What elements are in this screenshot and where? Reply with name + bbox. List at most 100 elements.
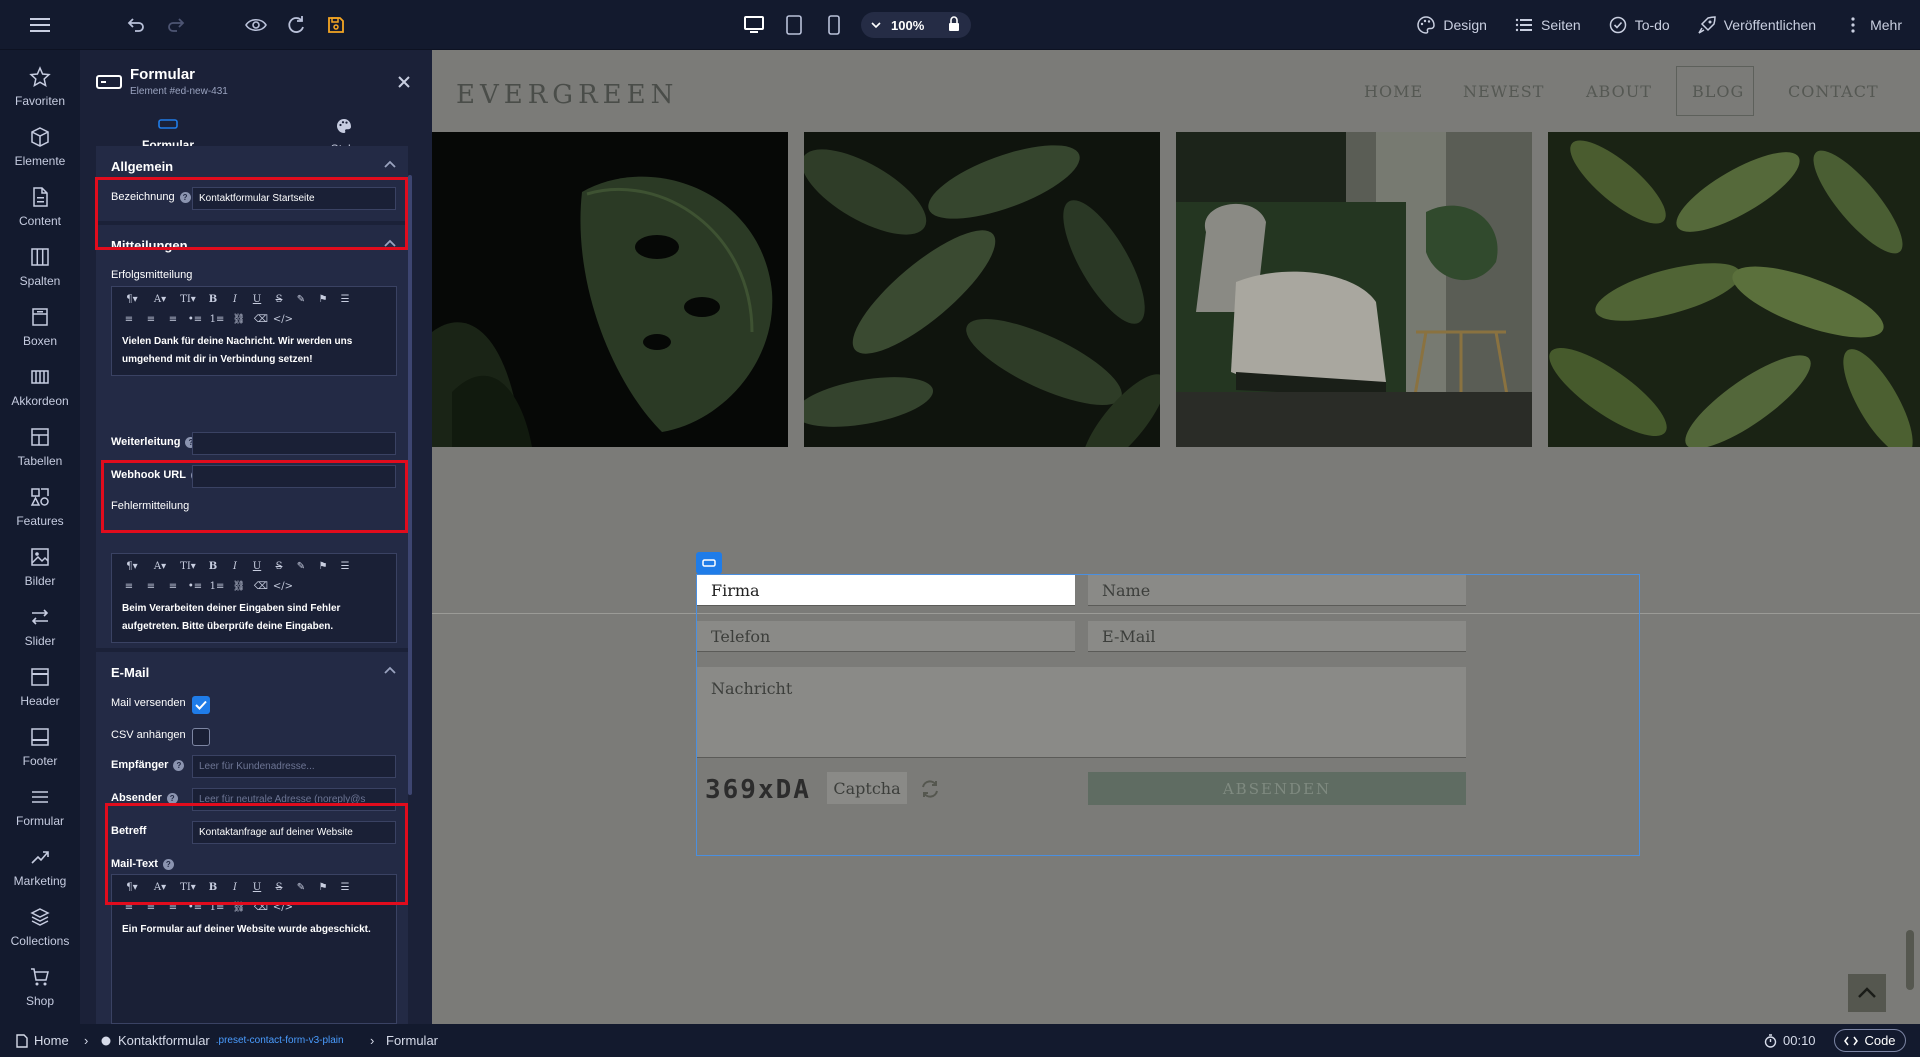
subject-input[interactable]: Kontaktanfrage auf deiner Website [192, 821, 396, 844]
justify-icon[interactable]: ≡ [162, 576, 184, 596]
section-header[interactable]: Mitteilungen [96, 225, 408, 265]
gallery-image-pachira[interactable] [1548, 132, 1920, 447]
strikethrough-icon[interactable]: S [268, 877, 290, 897]
form-field-name[interactable]: Name [1088, 575, 1466, 606]
mobile-view-icon[interactable] [822, 14, 846, 36]
save-icon[interactable] [324, 14, 348, 36]
bullet-list-icon[interactable]: •≡ [184, 576, 206, 596]
sidebar-item-spalten[interactable]: Spalten [0, 236, 80, 296]
font-size-icon[interactable]: TI▾ [174, 877, 202, 897]
justify-icon[interactable]: ≡ [162, 897, 184, 917]
sender-input[interactable]: Leer für neutrale Adresse (noreply@s [192, 788, 396, 811]
sidebar-item-header[interactable]: Header [0, 656, 80, 716]
help-icon[interactable]: ? [179, 191, 191, 203]
paragraph-format-icon[interactable]: ¶▾ [118, 877, 146, 897]
brush-icon[interactable]: ✎ [290, 556, 312, 576]
bold-icon[interactable]: B [202, 877, 224, 897]
pages-button[interactable]: Seiten [1501, 0, 1595, 50]
numbered-list-icon[interactable]: 1≡ [206, 309, 228, 329]
more-button[interactable]: Mehr [1830, 0, 1920, 50]
panel-scrollbar[interactable] [408, 175, 412, 795]
refresh-icon[interactable] [284, 14, 308, 36]
code-icon[interactable]: </> [272, 576, 294, 596]
strikethrough-icon[interactable]: S [268, 289, 290, 309]
help-icon[interactable]: ? [173, 759, 185, 771]
eraser-icon[interactable]: ⌫ [250, 576, 272, 596]
chevron-up-icon[interactable] [384, 666, 396, 674]
bold-icon[interactable]: B [202, 289, 224, 309]
help-icon[interactable]: ? [166, 792, 178, 804]
chevron-up-icon[interactable] [384, 239, 396, 247]
bold-icon[interactable]: B [202, 556, 224, 576]
scroll-to-top-button[interactable] [1848, 974, 1886, 1012]
brush-icon[interactable]: ✎ [290, 289, 312, 309]
align-left-icon[interactable]: ☰ [334, 556, 356, 576]
nav-home[interactable]: HOME [1364, 82, 1423, 101]
redirect-input[interactable] [192, 432, 396, 455]
form-element-badge[interactable] [696, 552, 722, 574]
font-size-icon[interactable]: TI▾ [174, 289, 202, 309]
help-icon[interactable]: ? [162, 858, 174, 870]
align-right-icon[interactable]: ≡ [140, 309, 162, 329]
link-icon[interactable]: ⛓ [228, 897, 250, 917]
nav-newest[interactable]: NEWEST [1463, 82, 1544, 101]
success-message-editor[interactable]: ¶▾ A▾ TI▾ B I U S ✎ ⚑ ☰ ≡ ≡ ≡ •≡ 1≡ ⛓ ⌫ … [111, 286, 397, 376]
eraser-icon[interactable]: ⌫ [250, 897, 272, 917]
align-right-icon[interactable]: ≡ [140, 897, 162, 917]
sidebar-item-boxen[interactable]: Boxen [0, 296, 80, 356]
sidebar-item-bilder[interactable]: Bilder [0, 536, 80, 596]
breadcrumb-home[interactable]: Home [16, 1024, 69, 1057]
align-center-icon[interactable]: ≡ [118, 309, 140, 329]
italic-icon[interactable]: I [224, 289, 246, 309]
site-logo[interactable]: EVERGREEN [456, 80, 678, 110]
gallery-image-leaves[interactable] [804, 132, 1160, 447]
flag-icon[interactable]: ⚑ [312, 289, 334, 309]
code-icon[interactable]: </> [272, 897, 294, 917]
chevron-up-icon[interactable] [384, 160, 396, 168]
code-button[interactable]: Code [1834, 1029, 1906, 1052]
section-header[interactable]: E-Mail [96, 652, 408, 692]
zoom-control[interactable]: 100% [861, 12, 971, 38]
lock-icon[interactable] [947, 16, 961, 32]
font-size-icon[interactable]: TI▾ [174, 556, 202, 576]
gallery-image-monstera[interactable] [432, 132, 788, 447]
tablet-view-icon[interactable] [782, 14, 806, 36]
publish-button[interactable]: Veröffentlichen [1684, 0, 1830, 50]
eraser-icon[interactable]: ⌫ [250, 309, 272, 329]
font-color-icon[interactable]: A▾ [146, 289, 174, 309]
strikethrough-icon[interactable]: S [268, 556, 290, 576]
font-color-icon[interactable]: A▾ [146, 877, 174, 897]
align-left-icon[interactable]: ☰ [334, 877, 356, 897]
submit-button[interactable]: ABSENDEN [1088, 772, 1466, 805]
todo-button[interactable]: To-do [1595, 0, 1684, 50]
nav-blog[interactable]: BLOG [1692, 82, 1744, 101]
sidebar-item-tabellen[interactable]: Tabellen [0, 416, 80, 476]
link-icon[interactable]: ⛓ [228, 576, 250, 596]
error-message-editor[interactable]: ¶▾ A▾ TI▾ B I U S ✎ ⚑ ☰ ≡ ≡ ≡ •≡ 1≡ ⛓ ⌫ … [111, 553, 397, 643]
csv-attach-checkbox[interactable] [192, 728, 210, 746]
justify-icon[interactable]: ≡ [162, 309, 184, 329]
captcha-refresh-icon[interactable] [919, 778, 941, 800]
preview-eye-icon[interactable] [244, 14, 268, 36]
flag-icon[interactable]: ⚑ [312, 877, 334, 897]
form-field-telefon[interactable]: Telefon [697, 621, 1075, 652]
sidebar-item-shop[interactable]: Shop [0, 956, 80, 1016]
sidebar-item-collections[interactable]: Collections [0, 896, 80, 956]
sidebar-item-footer[interactable]: Footer [0, 716, 80, 776]
canvas-scrollbar[interactable] [1906, 930, 1914, 990]
underline-icon[interactable]: U [246, 556, 268, 576]
numbered-list-icon[interactable]: 1≡ [206, 897, 228, 917]
bullet-list-icon[interactable]: •≡ [184, 897, 206, 917]
align-center-icon[interactable]: ≡ [118, 576, 140, 596]
sidebar-item-marketing[interactable]: Marketing [0, 836, 80, 896]
sidebar-item-slider[interactable]: Slider [0, 596, 80, 656]
hamburger-menu-icon[interactable] [28, 14, 52, 36]
gallery-image-chair[interactable] [1176, 132, 1532, 447]
sidebar-item-akkordeon[interactable]: Akkordeon [0, 356, 80, 416]
link-icon[interactable]: ⛓ [228, 309, 250, 329]
desktop-view-icon[interactable] [742, 14, 766, 36]
bullet-list-icon[interactable]: •≡ [184, 309, 206, 329]
numbered-list-icon[interactable]: 1≡ [206, 576, 228, 596]
brush-icon[interactable]: ✎ [290, 877, 312, 897]
code-icon[interactable]: </> [272, 309, 294, 329]
